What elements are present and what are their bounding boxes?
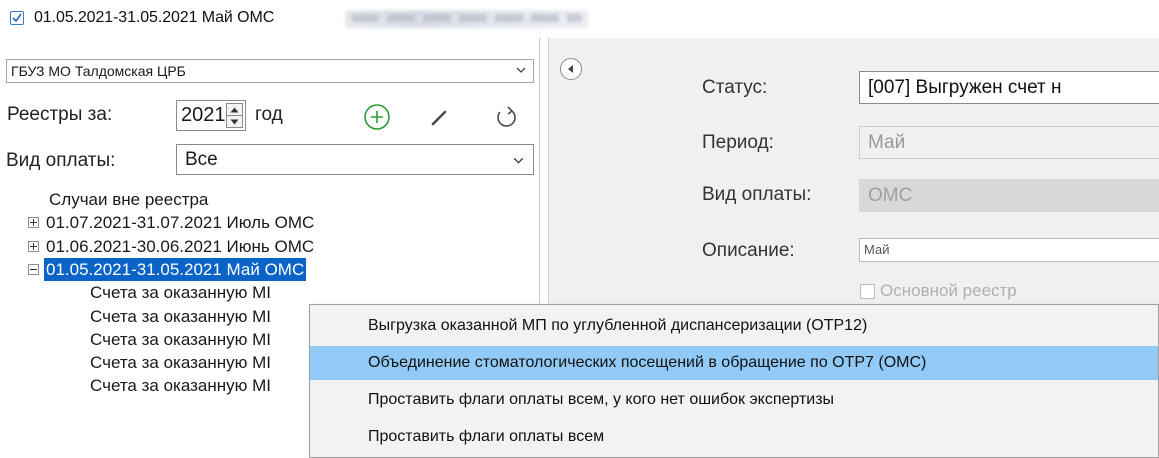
add-registry-button[interactable] — [362, 102, 392, 132]
tree-item-label: Счета за оказанную МІ — [90, 376, 271, 395]
context-menu-item[interactable]: Проставить флаги оплаты всем, у кого нет… — [310, 383, 1158, 417]
context-menu-item[interactable]: Проставить флаги оплаты всем — [310, 420, 1158, 454]
collapse-icon[interactable] — [28, 264, 39, 275]
tree-item-label: 01.07.2021-31.07.2021 Июль ОМС — [46, 213, 315, 232]
spin-up-button[interactable] — [227, 104, 242, 116]
tree-item-label: Счета за оказанную МІ — [90, 283, 271, 302]
title-checkbox[interactable] — [10, 11, 24, 25]
context-menu: Выгрузка оказанной МП по углубленной дис… — [309, 304, 1159, 458]
payment-type-select[interactable]: Все — [176, 144, 534, 175]
status-label: Статус: — [702, 77, 768, 98]
caret-down-icon — [230, 119, 239, 125]
payment-type-label: Вид оплаты: — [6, 150, 116, 171]
expand-icon[interactable] — [28, 241, 39, 252]
checkmark-icon — [12, 13, 22, 23]
window-title-bar: 01.05.2021-31.05.2021 Май ОМС — [0, 0, 1159, 38]
window-title: 01.05.2021-31.05.2021 Май ОМС — [34, 9, 275, 26]
status-select[interactable]: [007] Выгружен счет н — [859, 71, 1159, 104]
tree-item-label: 01.06.2021-30.06.2021 Июнь ОМС — [46, 237, 315, 256]
description-input[interactable]: Май — [859, 238, 1159, 262]
period-value: Май — [868, 132, 906, 153]
refresh-button[interactable] — [491, 102, 521, 132]
main-registry-checkbox — [860, 284, 875, 299]
tree-item-label: Счета за оказанную МІ — [90, 307, 271, 326]
tree-item[interactable]: 01.07.2021-31.07.2021 Июль ОМС — [0, 211, 538, 234]
plus-circle-icon — [364, 104, 390, 130]
chevron-down-icon — [513, 157, 524, 164]
chevron-down-icon — [516, 67, 526, 73]
tree-item[interactable]: Счета за оказанную МІ — [0, 281, 538, 304]
edit-registry-button[interactable] — [425, 102, 455, 132]
arrow-left-icon — [568, 65, 573, 73]
main-registry-label: Основной реестр — [880, 281, 1017, 300]
caret-up-icon — [230, 107, 239, 113]
context-menu-item[interactable]: Объединение стоматологических посещений … — [310, 346, 1158, 380]
tree-item-label: Случаи вне реестра — [49, 190, 209, 209]
description-label: Описание: — [702, 240, 795, 261]
tree-item-label: 01.05.2021-31.05.2021 Май ОМС — [44, 258, 307, 281]
collapse-panel-button[interactable] — [560, 58, 582, 80]
organization-select[interactable]: ГБУЗ МО Талдомская ЦРБ — [6, 59, 534, 83]
description-value: Май — [864, 242, 890, 257]
tree-item[interactable]: 01.05.2021-31.05.2021 Май ОМС — [0, 258, 538, 281]
context-menu-item[interactable]: Выгрузка оказанной МП по углубленной дис… — [310, 309, 1158, 343]
payment-type-field-label: Вид оплаты: — [702, 184, 812, 205]
spin-down-button[interactable] — [227, 116, 242, 127]
period-select: Май — [859, 126, 1159, 159]
payment-type-field-value: ОМС — [868, 185, 913, 206]
status-value: [007] Выгружен счет н — [868, 77, 1062, 98]
refresh-icon — [497, 106, 516, 127]
year-stepper[interactable]: 2021 — [176, 100, 246, 131]
pencil-icon — [431, 110, 447, 126]
payment-type-value: Все — [185, 149, 218, 170]
year-suffix-label: год — [255, 104, 283, 125]
organization-select-value: ГБУЗ МО Талдомская ЦРБ — [11, 63, 186, 79]
registries-label: Реестры за: — [7, 104, 113, 125]
expand-icon[interactable] — [28, 217, 39, 228]
tree-item[interactable]: Случаи вне реестра — [0, 188, 538, 211]
payment-type-field: ОМС — [859, 179, 1159, 212]
year-value: 2021 — [181, 104, 226, 126]
period-label: Период: — [702, 132, 774, 153]
year-spinner — [226, 103, 243, 128]
tree-item-label: Счета за оказанную МІ — [90, 330, 271, 349]
redacted-organization — [345, 10, 588, 28]
tree-item-label: Счета за оказанную МІ — [90, 353, 271, 372]
tree-item[interactable]: 01.06.2021-30.06.2021 Июнь ОМС — [0, 235, 538, 258]
